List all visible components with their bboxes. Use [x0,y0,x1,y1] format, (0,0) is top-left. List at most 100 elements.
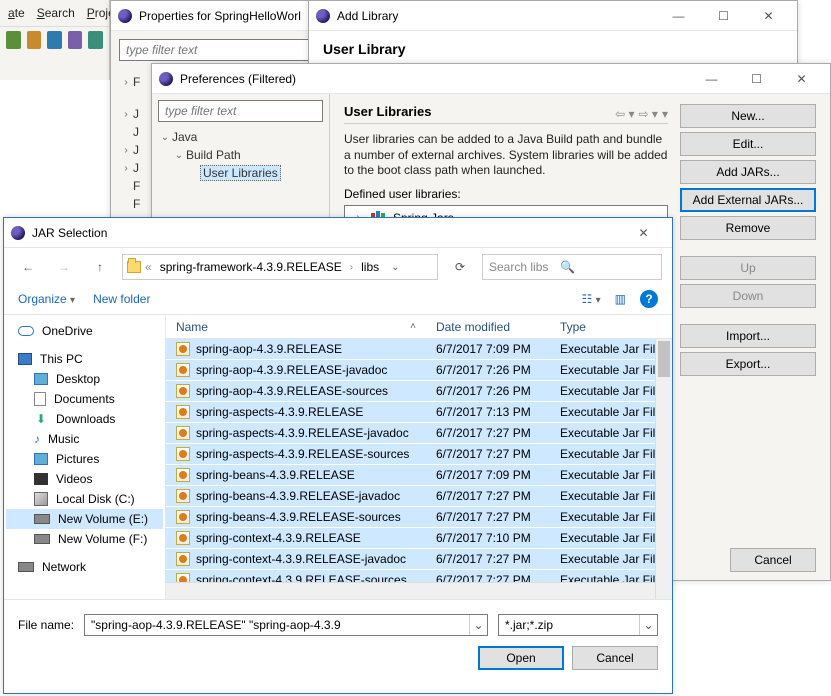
file-row[interactable]: spring-beans-4.3.9.RELEASE-sources6/7/20… [166,507,672,528]
file-row[interactable]: spring-aspects-4.3.9.RELEASE6/7/2017 7:1… [166,402,672,423]
close-button[interactable]: ✕ [779,65,824,93]
minimize-button[interactable]: — [656,2,701,30]
file-row[interactable]: spring-context-4.3.9.RELEASE-javadoc6/7/… [166,549,672,570]
run-icon[interactable] [6,31,21,49]
menu-navigate[interactable]: ate [8,6,25,20]
debug-icon[interactable] [27,31,42,49]
import-button[interactable]: Import... [680,324,816,348]
refresh-button[interactable]: ⟳ [446,254,474,280]
column-name[interactable]: Name˄ [166,320,426,334]
preferences-titlebar[interactable]: Preferences (Filtered) — ☐ ✕ [152,64,830,94]
search-input[interactable]: Search libs 🔍 [482,254,662,280]
file-row[interactable]: spring-beans-4.3.9.RELEASE-javadoc6/7/20… [166,486,672,507]
sync-icon[interactable] [88,31,103,49]
view-options-icon[interactable]: ☷ ▾ [582,292,601,306]
tree-item[interactable]: J [133,143,139,157]
tree-java[interactable]: Java [172,130,197,144]
chevron-right-icon[interactable]: › [119,77,133,88]
maximize-button[interactable]: ☐ [734,65,779,93]
chevron-right-icon[interactable]: › [119,145,133,156]
tree-item[interactable]: J [133,125,139,139]
sidebar-item[interactable]: OneDrive [6,321,163,341]
filename-input[interactable] [85,615,469,635]
maximize-button[interactable]: ☐ [701,2,746,30]
new-button[interactable]: New... [680,104,816,128]
chevron-right-icon[interactable]: › [119,109,133,120]
up-button[interactable]: ↑ [86,254,114,280]
new-folder-button[interactable]: New folder [93,292,150,306]
chevron-down-icon[interactable]: ⌄ [391,262,399,273]
properties-filter-input[interactable] [119,39,331,61]
file-row[interactable]: spring-aop-4.3.9.RELEASE-javadoc6/7/2017… [166,360,672,381]
package-icon[interactable] [68,31,83,49]
new-icon[interactable] [47,31,62,49]
file-row[interactable]: spring-beans-4.3.9.RELEASE6/7/2017 7:09 … [166,465,672,486]
navigation-sidebar[interactable]: OneDrive This PCDesktopDocuments⬇Download… [4,315,166,599]
sidebar-item[interactable]: Local Disk (C:) [6,489,163,509]
file-row[interactable]: spring-context-4.3.9.RELEASE-sources6/7/… [166,570,672,582]
sidebar-item[interactable]: New Volume (F:) [6,529,163,549]
edit-button[interactable]: Edit... [680,132,816,156]
column-type[interactable]: Type [550,320,672,334]
sidebar-item[interactable]: This PC [6,349,163,369]
sidebar-item[interactable]: Documents [6,389,163,409]
sidebar-item[interactable]: ⬇Downloads [6,409,163,429]
sidebar-item[interactable]: Pictures [6,449,163,469]
tree-build-path[interactable]: Build Path [186,148,241,162]
jar-titlebar[interactable]: JAR Selection ✕ [4,218,672,248]
back-arrow-icon[interactable]: ⇦ ▾ [615,107,634,121]
tree-item[interactable]: F [133,179,140,193]
add-external-jars-button[interactable]: Add External JARs... [680,188,816,212]
file-list-header[interactable]: Name˄ Date modified Type [166,315,672,339]
chevron-down-icon[interactable]: ⌄ [172,150,186,161]
tree-item[interactable]: J [133,161,139,175]
horizontal-scrollbar[interactable] [166,582,672,599]
export-button[interactable]: Export... [680,352,816,376]
close-button[interactable]: ✕ [746,2,791,30]
remove-button[interactable]: Remove [680,216,816,240]
sidebar-item[interactable]: ♪Music [6,429,163,449]
filename-dropdown-icon[interactable]: ⌄ [469,615,487,635]
jar-icon [176,573,190,582]
file-row[interactable]: spring-aop-4.3.9.RELEASE6/7/2017 7:09 PM… [166,339,672,360]
breadcrumb[interactable]: « spring-framework-4.3.9.RELEASE › libs … [122,254,438,280]
tree-item[interactable]: F [133,197,140,211]
chevron-right-icon[interactable]: › [119,163,133,174]
organize-menu[interactable]: Organize ▾ [18,292,75,306]
breadcrumb-parent[interactable]: spring-framework-4.3.9.RELEASE [156,260,346,274]
sidebar-item[interactable]: Network [6,557,163,577]
add-library-titlebar[interactable]: Add Library — ☐ ✕ [309,1,797,31]
preview-pane-icon[interactable]: ▥ [615,292,626,306]
scrollbar-thumb[interactable] [658,341,670,377]
sidebar-item-label: New Volume (E:) [58,512,148,526]
preferences-filter-input[interactable] [158,100,323,122]
open-button[interactable]: Open [478,646,564,670]
file-row[interactable]: spring-aop-4.3.9.RELEASE-sources6/7/2017… [166,381,672,402]
tree-item[interactable]: J [133,107,139,121]
vertical-scrollbar[interactable] [655,339,672,599]
breadcrumb-leaf[interactable]: libs [357,260,383,274]
sidebar-item[interactable]: Videos [6,469,163,489]
properties-titlebar[interactable]: Properties for SpringHelloWorl [111,1,339,31]
column-date[interactable]: Date modified [426,320,550,334]
minimize-button[interactable]: — [689,65,734,93]
forward-arrow-icon[interactable]: ⇨ ▾ [639,107,658,121]
sidebar-item[interactable]: Desktop [6,369,163,389]
file-list[interactable]: Name˄ Date modified Type spring-aop-4.3.… [166,315,672,599]
add-jars-button[interactable]: Add JARs... [680,160,816,184]
close-button[interactable]: ✕ [621,219,666,247]
chevron-down-icon[interactable]: ⌄ [158,132,172,143]
filetype-select[interactable]: *.jar;*.zip ⌄ [498,614,658,636]
file-row[interactable]: spring-context-4.3.9.RELEASE6/7/2017 7:1… [166,528,672,549]
back-button[interactable]: ← [14,254,42,280]
file-row[interactable]: spring-aspects-4.3.9.RELEASE-javadoc6/7/… [166,423,672,444]
menu-dropdown-icon[interactable]: ▾ [662,107,668,121]
menu-search[interactable]: Search [37,6,75,20]
cancel-button[interactable]: Cancel [572,646,658,670]
preferences-cancel-button[interactable]: Cancel [730,548,816,572]
tree-item[interactable]: F [133,75,140,89]
help-icon[interactable]: ? [640,290,658,308]
file-row[interactable]: spring-aspects-4.3.9.RELEASE-sources6/7/… [166,444,672,465]
sidebar-item[interactable]: New Volume (E:) [6,509,163,529]
tree-user-libraries[interactable]: User Libraries [200,165,281,181]
